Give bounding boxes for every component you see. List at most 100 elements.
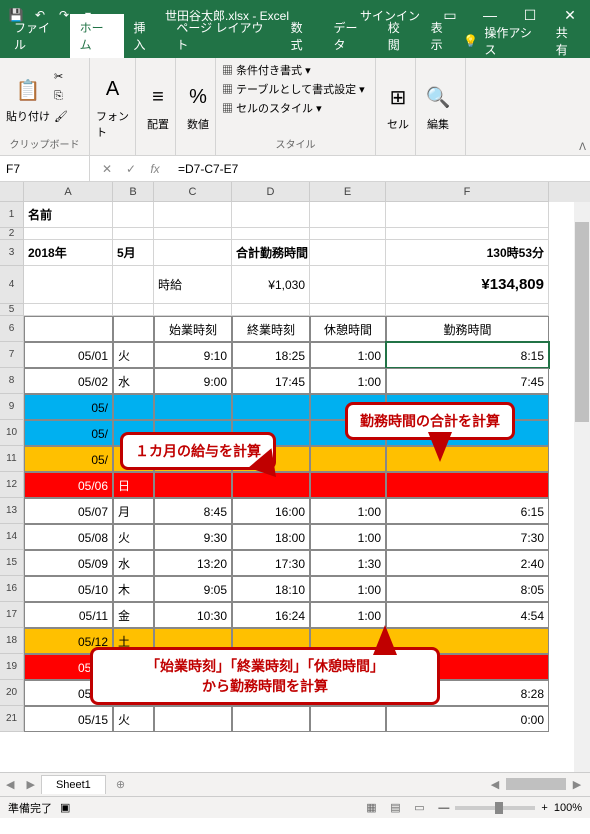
cell-B1[interactable] bbox=[113, 202, 154, 228]
row-header-19[interactable]: 19 bbox=[0, 654, 24, 680]
cell-F15[interactable]: 2:40 bbox=[386, 550, 549, 576]
cell-F14[interactable]: 7:30 bbox=[386, 524, 549, 550]
cell-C7[interactable]: 9:10 bbox=[154, 342, 232, 368]
zoom-slider[interactable] bbox=[455, 806, 535, 810]
cell-C4[interactable]: 時給 bbox=[154, 266, 232, 304]
zoom-out-icon[interactable]: — bbox=[438, 802, 449, 814]
cell-E3[interactable] bbox=[310, 240, 386, 266]
row-header-9[interactable]: 9 bbox=[0, 394, 24, 420]
row-header-7[interactable]: 7 bbox=[0, 342, 24, 368]
formula-input[interactable]: =D7-C7-E7 bbox=[172, 162, 590, 176]
fx-icon[interactable]: fx bbox=[146, 162, 164, 176]
cell-E7[interactable]: 1:00 bbox=[310, 342, 386, 368]
row-header-21[interactable]: 21 bbox=[0, 706, 24, 732]
cell-B12[interactable]: 日 bbox=[113, 472, 154, 498]
cell-A16[interactable]: 05/10 bbox=[24, 576, 113, 602]
cell-C6[interactable]: 始業時刻 bbox=[154, 316, 232, 342]
cell-A7[interactable]: 05/01 bbox=[24, 342, 113, 368]
paste-button[interactable]: 📋 貼り付け bbox=[6, 74, 50, 124]
add-sheet-icon[interactable]: ⊕ bbox=[106, 778, 135, 791]
cell-A6[interactable] bbox=[24, 316, 113, 342]
format-painter-icon[interactable]: 🖌 bbox=[54, 110, 72, 128]
copy-icon[interactable]: ⎘ bbox=[54, 90, 72, 108]
cell-C13[interactable]: 8:45 bbox=[154, 498, 232, 524]
column-header-B[interactable]: B bbox=[113, 182, 154, 202]
cell-A15[interactable]: 05/09 bbox=[24, 550, 113, 576]
cell-E1[interactable] bbox=[310, 202, 386, 228]
cell-E8[interactable]: 1:00 bbox=[310, 368, 386, 394]
row-header-17[interactable]: 17 bbox=[0, 602, 24, 628]
cell-D15[interactable]: 17:30 bbox=[232, 550, 310, 576]
column-header-A[interactable]: A bbox=[24, 182, 113, 202]
cell-E11[interactable] bbox=[310, 446, 386, 472]
cell-A2[interactable] bbox=[24, 228, 113, 240]
cell-C1[interactable] bbox=[154, 202, 232, 228]
tab-home[interactable]: ホーム bbox=[70, 14, 124, 58]
row-header-16[interactable]: 16 bbox=[0, 576, 24, 602]
row-header-11[interactable]: 11 bbox=[0, 446, 24, 472]
cell-C21[interactable] bbox=[154, 706, 232, 732]
tab-file[interactable]: ファイル bbox=[4, 14, 70, 58]
cell-C15[interactable]: 13:20 bbox=[154, 550, 232, 576]
cell-D21[interactable] bbox=[232, 706, 310, 732]
hscroll-left-icon[interactable]: ◀ bbox=[488, 778, 502, 791]
cell-B21[interactable]: 火 bbox=[113, 706, 154, 732]
cell-A10[interactable]: 05/ bbox=[24, 420, 113, 446]
share-button[interactable]: 共有 bbox=[556, 24, 578, 58]
cut-icon[interactable]: ✂ bbox=[54, 70, 72, 88]
cell-B5[interactable] bbox=[113, 304, 154, 316]
tell-me-label[interactable]: 操作アシス bbox=[484, 24, 539, 58]
cell-E2[interactable] bbox=[310, 228, 386, 240]
cell-F21[interactable]: 0:00 bbox=[386, 706, 549, 732]
cell-B13[interactable]: 月 bbox=[113, 498, 154, 524]
cell-D2[interactable] bbox=[232, 228, 310, 240]
row-header-15[interactable]: 15 bbox=[0, 550, 24, 576]
cell-E15[interactable]: 1:30 bbox=[310, 550, 386, 576]
cell-D16[interactable]: 18:10 bbox=[232, 576, 310, 602]
cell-F8[interactable]: 7:45 bbox=[386, 368, 549, 394]
cell-B16[interactable]: 木 bbox=[113, 576, 154, 602]
cells-dropdown[interactable]: ⊞セル bbox=[382, 82, 414, 132]
cell-E12[interactable] bbox=[310, 472, 386, 498]
cell-C16[interactable]: 9:05 bbox=[154, 576, 232, 602]
cell-D8[interactable]: 17:45 bbox=[232, 368, 310, 394]
cell-F4[interactable]: ¥134,809 bbox=[386, 266, 549, 304]
tab-view[interactable]: 表示 bbox=[421, 14, 464, 58]
tab-formulas[interactable]: 数式 bbox=[281, 14, 324, 58]
cell-A12[interactable]: 05/06 bbox=[24, 472, 113, 498]
cell-F7[interactable]: 8:15 bbox=[386, 342, 549, 368]
cell-B3[interactable]: 5月 bbox=[113, 240, 154, 266]
cell-A14[interactable]: 05/08 bbox=[24, 524, 113, 550]
zoom-in-icon[interactable]: + bbox=[541, 802, 547, 814]
cell-A4[interactable] bbox=[24, 266, 113, 304]
zoom-level[interactable]: 100% bbox=[554, 802, 582, 814]
cell-C8[interactable]: 9:00 bbox=[154, 368, 232, 394]
cell-E13[interactable]: 1:00 bbox=[310, 498, 386, 524]
cell-F17[interactable]: 4:54 bbox=[386, 602, 549, 628]
row-header-5[interactable]: 5 bbox=[0, 304, 24, 316]
row-header-18[interactable]: 18 bbox=[0, 628, 24, 654]
sheet-tab-sheet1[interactable]: Sheet1 bbox=[41, 775, 106, 794]
format-as-table-button[interactable]: ▦ テーブルとして書式設定 ▾ bbox=[222, 81, 365, 97]
row-header-2[interactable]: 2 bbox=[0, 228, 24, 240]
tab-data[interactable]: データ bbox=[323, 14, 377, 58]
conditional-format-button[interactable]: ▦ 条件付き書式 ▾ bbox=[222, 62, 311, 78]
cell-E16[interactable]: 1:00 bbox=[310, 576, 386, 602]
cell-C3[interactable] bbox=[154, 240, 232, 266]
tab-review[interactable]: 校閲 bbox=[378, 14, 421, 58]
cell-F3[interactable]: 130時53分 bbox=[386, 240, 549, 266]
cell-E6[interactable]: 休憩時間 bbox=[310, 316, 386, 342]
cell-B4[interactable] bbox=[113, 266, 154, 304]
cell-F2[interactable] bbox=[386, 228, 549, 240]
cell-D5[interactable] bbox=[232, 304, 310, 316]
number-dropdown[interactable]: %数値 bbox=[182, 82, 214, 132]
tab-layout[interactable]: ページ レイアウト bbox=[166, 14, 280, 58]
cell-B15[interactable]: 水 bbox=[113, 550, 154, 576]
cell-B6[interactable] bbox=[113, 316, 154, 342]
cell-C12[interactable] bbox=[154, 472, 232, 498]
cell-D3[interactable]: 合計勤務時間 bbox=[232, 240, 310, 266]
cell-D13[interactable]: 16:00 bbox=[232, 498, 310, 524]
select-all-corner[interactable] bbox=[0, 182, 24, 202]
cell-F1[interactable] bbox=[386, 202, 549, 228]
tab-insert[interactable]: 挿入 bbox=[124, 14, 167, 58]
